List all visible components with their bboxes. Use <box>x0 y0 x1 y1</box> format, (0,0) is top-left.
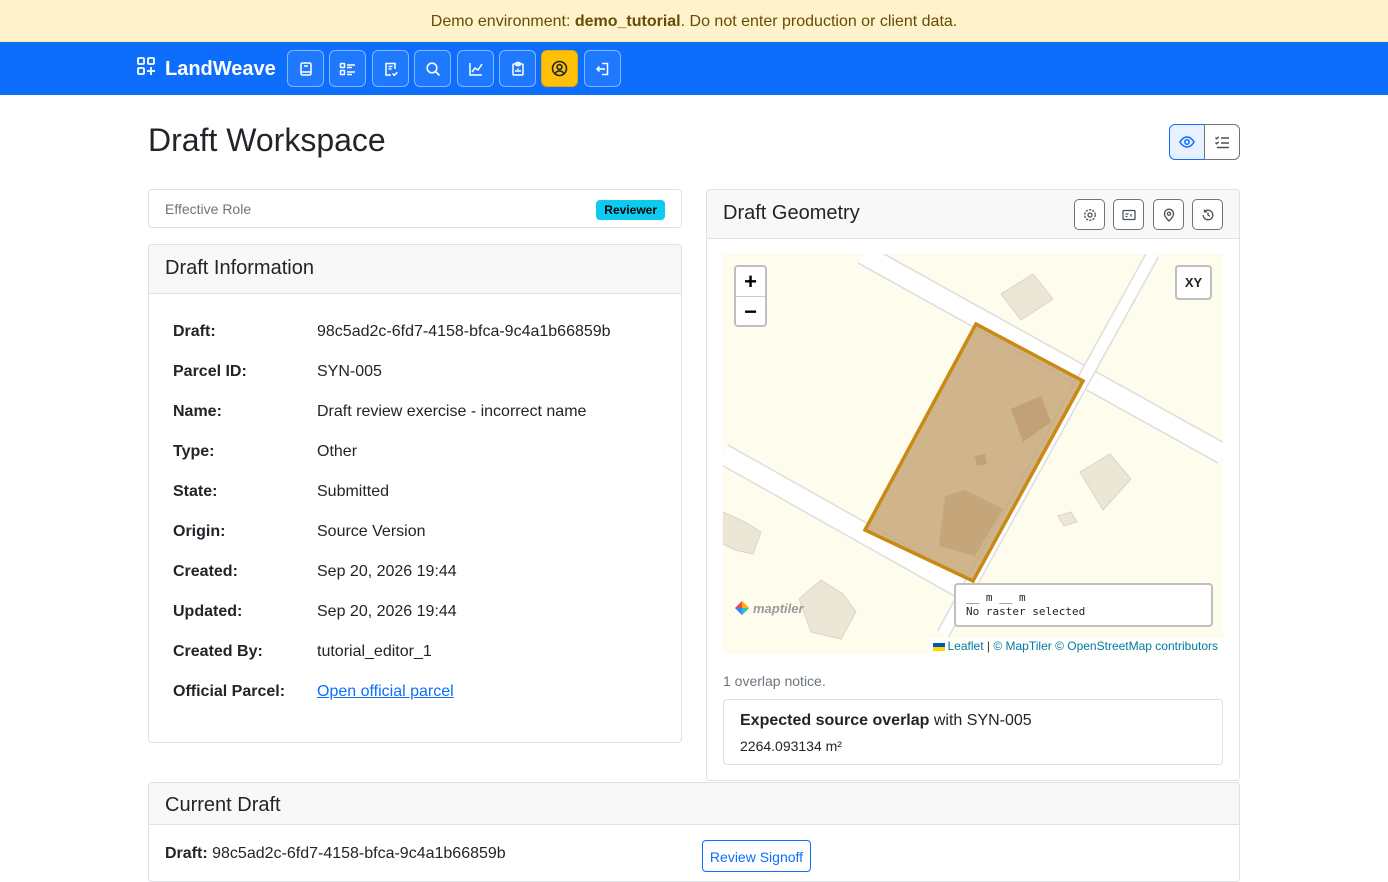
info-value: SYN-005 <box>317 363 382 380</box>
banner-prefix: Demo environment: <box>430 13 575 30</box>
view-toggle <box>1169 124 1240 160</box>
map-pin-icon <box>1163 208 1174 222</box>
nav-search-button[interactable] <box>414 50 451 87</box>
info-label: Parcel ID: <box>173 363 247 380</box>
info-value: Submitted <box>317 483 390 500</box>
current-draft-value: 98c5ad2c-6fd7-4158-bfca-9c4a1b66859b <box>212 845 506 862</box>
checklist-icon <box>384 62 398 76</box>
effective-role-card: Effective Role Reviewer <box>148 189 682 228</box>
role-badge: Reviewer <box>596 200 665 220</box>
user-circle-icon <box>551 60 568 77</box>
brand-link[interactable]: LandWeave <box>137 56 276 82</box>
nav-analytics-button[interactable] <box>457 50 494 87</box>
info-label: Updated: <box>173 603 243 620</box>
list-check-icon <box>1215 136 1229 149</box>
maptiler-logo: maptiler <box>734 600 804 616</box>
brand-name: LandWeave <box>165 57 276 80</box>
banner-env-name: demo_tutorial <box>574 13 681 30</box>
map-info-button[interactable] <box>1113 199 1144 230</box>
zoom-in-button[interactable]: + <box>736 267 765 296</box>
info-label: Created By: <box>173 643 263 660</box>
leaflet-link[interactable]: Leaflet <box>948 639 984 653</box>
search-icon <box>425 61 440 76</box>
overlap-type: Expected source overlap <box>740 712 930 729</box>
geometry-map[interactable]: + − XY __ m __ m No raster selected mapt… <box>723 254 1223 654</box>
report-icon <box>511 61 524 76</box>
info-label: Name: <box>173 403 222 420</box>
raster-status: No raster selected <box>966 605 1086 618</box>
nav-logout-button[interactable] <box>584 50 621 87</box>
draft-geometry-card: Draft Geometry + − XY __ m __ m No raste… <box>706 189 1240 781</box>
nav-reports-button[interactable] <box>499 50 536 87</box>
info-value: Other <box>317 443 358 460</box>
map-history-button[interactable] <box>1192 199 1223 230</box>
info-label: Draft: <box>173 323 216 340</box>
nav-review-button[interactable] <box>372 50 409 87</box>
draft-information-title: Draft Information <box>149 245 681 294</box>
attribution-separator: | <box>983 639 994 653</box>
overlap-notice-card: Expected source overlap with SYN-005 226… <box>723 699 1223 765</box>
top-navbar: LandWeave <box>0 42 1388 95</box>
draft-information-card: Draft Information Draft: 98c5ad2c-6fd7-4… <box>148 244 682 743</box>
xy-coordinate-button[interactable]: XY <box>1175 265 1212 300</box>
maptiler-logo-text: maptiler <box>753 600 804 616</box>
demo-environment-banner: Demo environment: demo_tutorial. Do not … <box>0 0 1388 42</box>
id-card-icon <box>1121 209 1136 220</box>
logout-icon <box>595 62 608 75</box>
eye-icon <box>1179 136 1195 148</box>
info-value: Sep 20, 2026 19:44 <box>317 603 457 620</box>
review-signoff-button[interactable]: Review Signoff <box>702 840 811 872</box>
map-attribution: Leaflet | © MapTiler © OpenStreetMap con… <box>927 638 1223 654</box>
history-icon <box>1202 209 1213 220</box>
overlap-title: Expected source overlap with SYN-005 <box>740 712 1032 730</box>
info-value: Source Version <box>317 523 426 540</box>
nav-account-button[interactable] <box>541 50 578 87</box>
info-value: Sep 20, 2026 19:44 <box>317 563 457 580</box>
grid-icon <box>137 57 165 81</box>
ukraine-flag-icon <box>932 642 945 651</box>
chart-icon <box>468 62 483 76</box>
zoom-control: + − <box>734 265 767 327</box>
overlap-area: 2264.093134 m² <box>740 738 842 754</box>
overlap-target: with SYN-005 <box>929 712 1032 729</box>
review-mode-button[interactable] <box>1204 124 1240 160</box>
info-label: Origin: <box>173 523 226 540</box>
info-value: 98c5ad2c-6fd7-4158-bfca-9c4a1b66859b <box>317 323 611 340</box>
settings-icon <box>1083 208 1096 221</box>
nav-list-button[interactable] <box>329 50 366 87</box>
coordinate-readout: __ m __ m No raster selected <box>954 583 1213 627</box>
list-details-icon <box>339 62 355 75</box>
map-locate-button[interactable] <box>1153 199 1184 230</box>
osm-link[interactable]: © OpenStreetMap contributors <box>1055 639 1218 653</box>
current-draft-row: Draft: 98c5ad2c-6fd7-4158-bfca-9c4a1b668… <box>165 845 506 863</box>
zoom-out-button[interactable]: − <box>736 296 765 325</box>
maptiler-icon <box>735 601 749 615</box>
info-label: Type: <box>173 443 215 460</box>
map-settings-button[interactable] <box>1074 199 1105 230</box>
view-mode-button[interactable] <box>1169 124 1205 160</box>
book-icon <box>299 61 312 76</box>
info-value: tutorial_editor_1 <box>317 643 432 660</box>
coordinate-values: __ m __ m <box>966 591 1026 604</box>
overlap-notice-count: 1 overlap notice. <box>723 673 826 689</box>
info-label: Official Parcel: <box>173 683 286 700</box>
effective-role-label: Effective Role <box>165 201 252 217</box>
page-title: Draft Workspace <box>148 122 386 158</box>
info-label: Created: <box>173 563 238 580</box>
current-draft-card: Current Draft Draft: 98c5ad2c-6fd7-4158-… <box>148 782 1240 882</box>
maptiler-link[interactable]: © MapTiler <box>993 639 1051 653</box>
current-draft-label: Draft: <box>165 845 208 862</box>
banner-suffix: . Do not enter production or client data… <box>680 13 958 30</box>
info-value: Draft review exercise - incorrect name <box>317 403 587 420</box>
open-official-parcel-link[interactable]: Open official parcel <box>317 683 454 700</box>
info-label: State: <box>173 483 218 500</box>
nav-docs-button[interactable] <box>287 50 324 87</box>
current-draft-title: Current Draft <box>149 783 1239 825</box>
